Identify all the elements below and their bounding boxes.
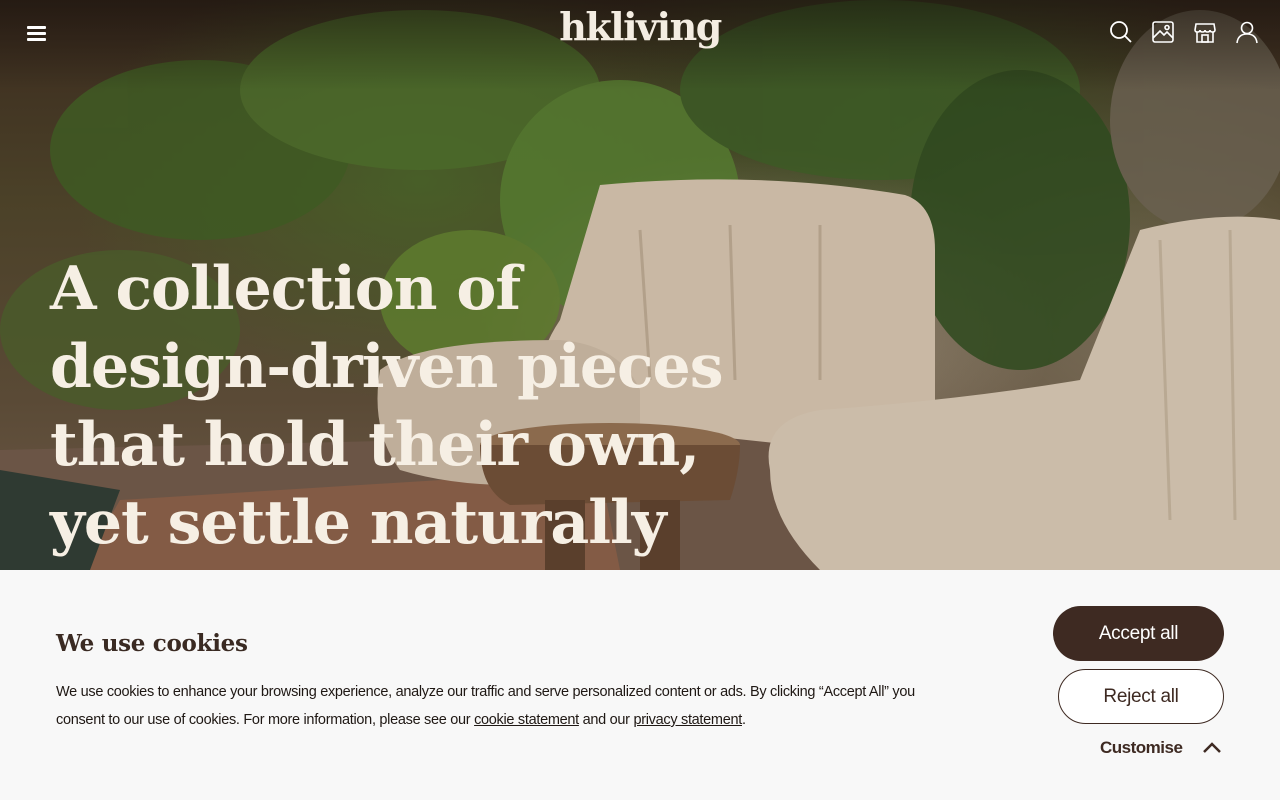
brand-logo[interactable]: hkliving <box>520 4 760 49</box>
privacy-statement-link[interactable]: privacy statement <box>633 712 742 728</box>
hero-headline: A collection of design-driven pieces tha… <box>50 254 724 558</box>
cookie-banner: We use cookies We use cookies to enhance… <box>0 570 1280 800</box>
accept-all-button[interactable]: Accept all <box>1053 606 1224 661</box>
hero-section: hkliving A collection of design-driven p <box>0 0 1280 570</box>
header-icons <box>1108 18 1260 46</box>
store-icon[interactable] <box>1192 18 1218 46</box>
cookie-statement-link[interactable]: cookie statement <box>474 712 579 728</box>
cookie-text-end: . <box>741 712 746 728</box>
cookie-text-middle: and our <box>578 712 634 728</box>
account-icon[interactable] <box>1234 18 1260 46</box>
hamburger-menu-icon[interactable] <box>22 18 52 48</box>
customise-toggle[interactable]: Customise <box>1100 738 1222 758</box>
customise-label: Customise <box>1100 738 1183 757</box>
cookie-description: We use cookies to enhance your browsing … <box>56 678 936 734</box>
chevron-up-icon <box>1203 742 1222 753</box>
search-icon[interactable] <box>1108 18 1134 46</box>
reject-all-button[interactable]: Reject all <box>1058 669 1224 724</box>
image-gallery-icon[interactable] <box>1150 18 1176 46</box>
cookie-title: We use cookies <box>56 630 248 657</box>
